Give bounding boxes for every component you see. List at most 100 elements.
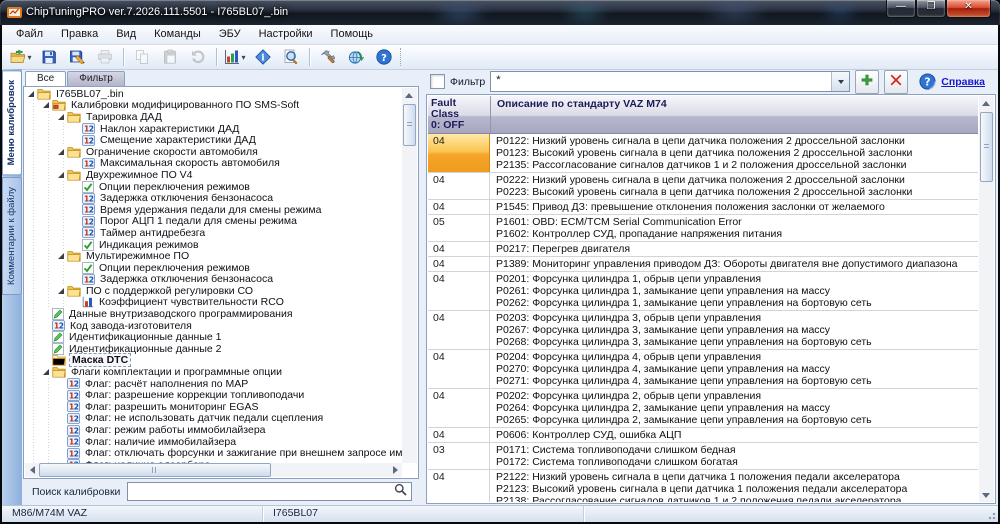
filter-combobox[interactable]: * (490, 71, 850, 92)
fault-class-cell[interactable]: 04 (428, 470, 490, 502)
tree-vertical-scrollbar[interactable] (402, 88, 417, 463)
table-row[interactable]: 04P0203: Форсунка цилиндра 3, обрыв цепи… (428, 311, 978, 350)
table-row[interactable]: 03P0171: Система топливоподачи слишком б… (428, 443, 978, 470)
menu-item-ecu[interactable]: ЭБУ (210, 26, 250, 43)
fault-class-cell[interactable]: 04 (428, 311, 490, 349)
fault-class-cell[interactable]: 04 (428, 242, 490, 256)
maximize-button[interactable]: ❐ (916, 0, 946, 18)
fault-class-cell[interactable]: 03 (428, 443, 490, 469)
tree-item[interactable]: Флаги комплектации и программные опции (26, 366, 402, 378)
table-row[interactable]: 04P0222: Низкий уровень сигнала в цепи д… (428, 173, 978, 200)
help-icon[interactable]: ? (919, 73, 936, 90)
combo-dropdown-button[interactable] (831, 72, 849, 91)
tree-item[interactable]: ПО с поддержкой регулировки СО (26, 285, 402, 297)
fault-class-cell[interactable]: 04 (428, 200, 490, 214)
tree-item[interactable]: Данные внутризаводского программирования (26, 308, 402, 320)
tree-item[interactable]: 12Наклон характеристики ДАД (26, 123, 402, 135)
expander-icon[interactable] (56, 147, 66, 157)
zoom-search-button[interactable] (277, 46, 305, 68)
tree-item[interactable]: 12Флаг: отключать форсунки и зажигание п… (26, 447, 402, 459)
search-input[interactable] (127, 482, 412, 501)
table-row[interactable]: 04P1389: Мониторинг управления приводом … (428, 257, 978, 272)
tree-item[interactable]: 12Время удержания педали для смены режим… (26, 204, 402, 216)
tree-item[interactable]: 12Флаг: разрешить мониторинг EGAS (26, 401, 402, 413)
tree-hscroll-thumb[interactable] (39, 463, 271, 477)
tree-item[interactable]: 12Флаг: расчёт наполнения по MAP (26, 378, 402, 390)
table-row[interactable]: 05P1601: OBD: ECM/TCM Serial Communicati… (428, 215, 978, 242)
tree-item[interactable]: I765BL07_.bin (26, 88, 402, 100)
fault-class-cell[interactable]: 05 (428, 215, 490, 241)
expander-icon[interactable] (56, 286, 66, 296)
tree-item[interactable]: 12Максимальная скорость автомобиля (26, 158, 402, 170)
info-button[interactable]: i (249, 46, 277, 68)
resize-grip[interactable] (986, 510, 996, 520)
save-file-button[interactable] (35, 46, 63, 68)
tools-button[interactable] (314, 46, 342, 68)
fault-class-cell[interactable]: 04 (428, 272, 490, 310)
tree-item[interactable]: Маска DTC (26, 355, 402, 367)
tree-item[interactable]: 12Задержка отключения бензонасоса (26, 274, 402, 286)
search-icon[interactable] (394, 483, 407, 501)
tree-item[interactable]: Опции переключения режимов (26, 262, 402, 274)
table-row[interactable]: 04P0217: Перегрев двигателя (428, 242, 978, 257)
tree-item[interactable]: 12Код завода-изготовителя (26, 320, 402, 332)
tree-item[interactable]: 12Флаг: наличие иммобилайзера (26, 436, 402, 448)
tree-item[interactable]: Двухрежимное ПО V4 (26, 169, 402, 181)
menu-item-settings[interactable]: Настройки (250, 26, 322, 43)
expander-icon[interactable] (56, 170, 66, 180)
expander-icon[interactable] (56, 251, 66, 261)
table-row[interactable]: 04P0201: Форсунка цилиндра 1, обрыв цепи… (428, 272, 978, 311)
sidebar-tab-calibration-menu[interactable]: Меню калибровок (2, 70, 22, 175)
help-link[interactable]: Справка (941, 76, 985, 88)
fault-class-cell[interactable]: 04 (428, 134, 490, 172)
menu-item-edit[interactable]: Правка (52, 26, 107, 43)
filter-checkbox[interactable] (430, 74, 445, 89)
fault-class-column-header[interactable]: Fault Class 0: OFF (428, 96, 491, 133)
table-row[interactable]: 04P1545: Привод ДЗ: превышение отклонени… (428, 200, 978, 215)
scroll-right-icon[interactable] (388, 463, 402, 477)
scroll-down-icon[interactable] (979, 488, 993, 502)
table-row[interactable]: 04P0204: Форсунка цилиндра 4, обрыв цепи… (428, 350, 978, 389)
tree-item[interactable]: 12Таймер антидребезга (26, 227, 402, 239)
sync-globe-button[interactable] (342, 46, 370, 68)
tree-item[interactable]: Ограничение скорости автомобиля (26, 146, 402, 158)
view-charts-button[interactable]: ▾ (221, 46, 249, 68)
expander-icon[interactable] (41, 367, 51, 377)
table-row[interactable]: 04P0202: Форсунка цилиндра 2, обрыв цепи… (428, 389, 978, 428)
tree-item[interactable]: 12Порог АЦП 1 педали для смены режима (26, 216, 402, 228)
tree-item[interactable]: 12Флаг: не использовать датчик педали сц… (26, 413, 402, 425)
scroll-up-icon[interactable] (979, 96, 993, 110)
clear-filter-button[interactable] (884, 70, 908, 94)
table-vscroll-thumb[interactable] (980, 112, 993, 182)
expander-icon[interactable] (41, 100, 51, 110)
table-row[interactable]: 04P0122: Низкий уровень сигнала в цепи д… (428, 134, 978, 173)
help-button[interactable]: ? (370, 46, 398, 68)
tree-item[interactable]: Тарировка ДАД (26, 111, 402, 123)
sidebar-tab-file-comments[interactable]: Комментарии к файлу (2, 177, 22, 295)
table-vertical-scrollbar[interactable] (979, 96, 994, 502)
save-modified-button[interactable] (63, 46, 91, 68)
fault-class-cell[interactable]: 04 (428, 257, 490, 271)
scroll-left-icon[interactable] (25, 463, 39, 477)
minimize-button[interactable]: — (886, 0, 916, 18)
dropdown-caret-icon[interactable]: ▾ (241, 53, 245, 62)
scroll-up-icon[interactable] (402, 88, 416, 102)
tree-tab-all[interactable]: Все (25, 71, 66, 86)
fault-class-cell[interactable]: 04 (428, 173, 490, 199)
close-button[interactable]: ✕ (946, 0, 991, 18)
expander-icon[interactable] (26, 89, 36, 99)
fault-class-cell[interactable]: 04 (428, 389, 490, 427)
tree-item[interactable]: Коэффициент чувствительности RCO (26, 297, 402, 309)
tree-item[interactable]: Индикация режимов (26, 239, 402, 251)
tree-item[interactable]: Мультирежимное ПО (26, 250, 402, 262)
dropdown-caret-icon[interactable]: ▾ (27, 53, 31, 62)
tree-item[interactable]: Идентификационные данные 1 (26, 331, 402, 343)
add-filter-button[interactable] (855, 70, 879, 94)
tree-item[interactable]: Калибровки модифицированного ПО SMS-Soft (26, 100, 402, 112)
table-row[interactable]: 04P2122: Низкий уровень сигнала в цепи д… (428, 470, 978, 502)
expander-icon[interactable] (56, 112, 66, 122)
tree-item[interactable]: Опции переключения режимов (26, 181, 402, 193)
tree-tab-filter[interactable]: Фильтр (67, 71, 125, 86)
toolbar-overflow-grip[interactable] (400, 48, 409, 66)
menu-item-view[interactable]: Вид (107, 26, 145, 43)
